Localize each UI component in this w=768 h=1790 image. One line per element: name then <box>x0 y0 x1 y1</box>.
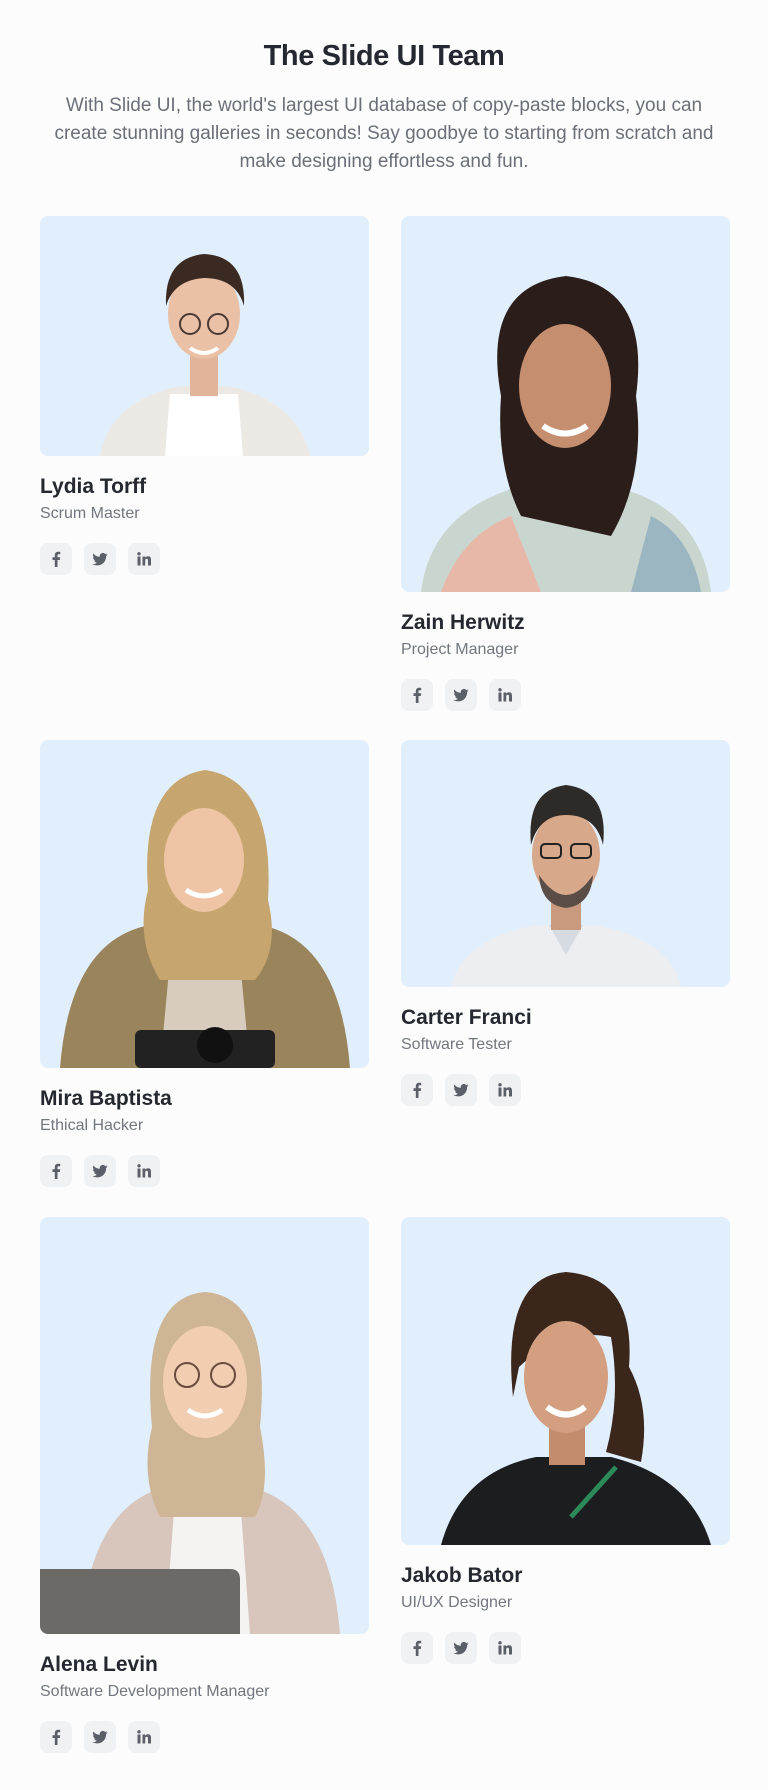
member-photo <box>40 740 369 1068</box>
twitter-link[interactable] <box>445 1632 477 1664</box>
linkedin-icon <box>498 1641 512 1655</box>
twitter-icon <box>92 1165 108 1178</box>
member-photo <box>401 740 730 987</box>
linkedin-link[interactable] <box>128 543 160 575</box>
facebook-icon <box>52 1729 61 1745</box>
facebook-link[interactable] <box>401 1074 433 1106</box>
team-card: Mira Baptista Ethical Hacker <box>40 740 369 1187</box>
linkedin-link[interactable] <box>128 1155 160 1187</box>
twitter-icon <box>92 1731 108 1744</box>
team-section: The Slide UI Team With Slide UI, the wor… <box>0 0 768 1790</box>
twitter-icon <box>92 553 108 566</box>
social-links <box>401 1632 730 1664</box>
twitter-link[interactable] <box>84 543 116 575</box>
linkedin-icon <box>137 552 151 566</box>
linkedin-icon <box>137 1164 151 1178</box>
member-name: Zain Herwitz <box>401 611 525 634</box>
team-card: Lydia Torff Scrum Master <box>40 216 369 575</box>
twitter-link[interactable] <box>84 1721 116 1753</box>
team-card: Zain Herwitz Project Manager <box>401 216 730 711</box>
facebook-icon <box>413 1640 422 1656</box>
linkedin-icon <box>498 688 512 702</box>
member-photo <box>401 1217 730 1545</box>
twitter-link[interactable] <box>84 1155 116 1187</box>
member-photo <box>401 216 730 592</box>
member-role: UI/UX Designer <box>401 1594 513 1611</box>
member-role: Ethical Hacker <box>40 1117 144 1134</box>
member-photo <box>40 1217 369 1634</box>
facebook-icon <box>413 1082 422 1098</box>
social-links <box>401 1074 730 1106</box>
facebook-icon <box>52 551 61 567</box>
linkedin-icon <box>137 1730 151 1744</box>
page-title: The Slide UI Team <box>263 40 505 72</box>
member-role: Software Development Manager <box>40 1683 270 1700</box>
member-name: Lydia Torff <box>40 475 147 498</box>
facebook-link[interactable] <box>401 1632 433 1664</box>
linkedin-link[interactable] <box>489 1632 521 1664</box>
team-card: Alena Levin Software Development Manager <box>40 1217 369 1753</box>
member-name: Mira Baptista <box>40 1087 172 1110</box>
member-name: Carter Franci <box>401 1006 532 1029</box>
linkedin-link[interactable] <box>489 1074 521 1106</box>
facebook-link[interactable] <box>40 1721 72 1753</box>
member-name: Alena Levin <box>40 1653 158 1676</box>
member-role: Scrum Master <box>40 505 140 522</box>
social-links <box>40 1721 369 1753</box>
page-subtitle: With Slide UI, the world's largest UI da… <box>54 95 714 172</box>
facebook-icon <box>52 1163 61 1179</box>
linkedin-link[interactable] <box>128 1721 160 1753</box>
twitter-icon <box>453 1642 469 1655</box>
social-links <box>401 679 730 711</box>
social-links <box>40 543 369 575</box>
team-card: Carter Franci Software Tester <box>401 740 730 1106</box>
member-name: Jakob Bator <box>401 1564 523 1587</box>
facebook-icon <box>413 687 422 703</box>
linkedin-icon <box>498 1083 512 1097</box>
facebook-link[interactable] <box>40 1155 72 1187</box>
twitter-icon <box>453 689 469 702</box>
twitter-link[interactable] <box>445 1074 477 1106</box>
linkedin-link[interactable] <box>489 679 521 711</box>
twitter-icon <box>453 1084 469 1097</box>
social-links <box>40 1155 369 1187</box>
facebook-link[interactable] <box>401 679 433 711</box>
member-role: Software Tester <box>401 1036 512 1053</box>
member-photo <box>40 216 369 456</box>
facebook-link[interactable] <box>40 543 72 575</box>
twitter-link[interactable] <box>445 679 477 711</box>
team-card: Jakob Bator UI/UX Designer <box>401 1217 730 1664</box>
member-role: Project Manager <box>401 641 519 658</box>
